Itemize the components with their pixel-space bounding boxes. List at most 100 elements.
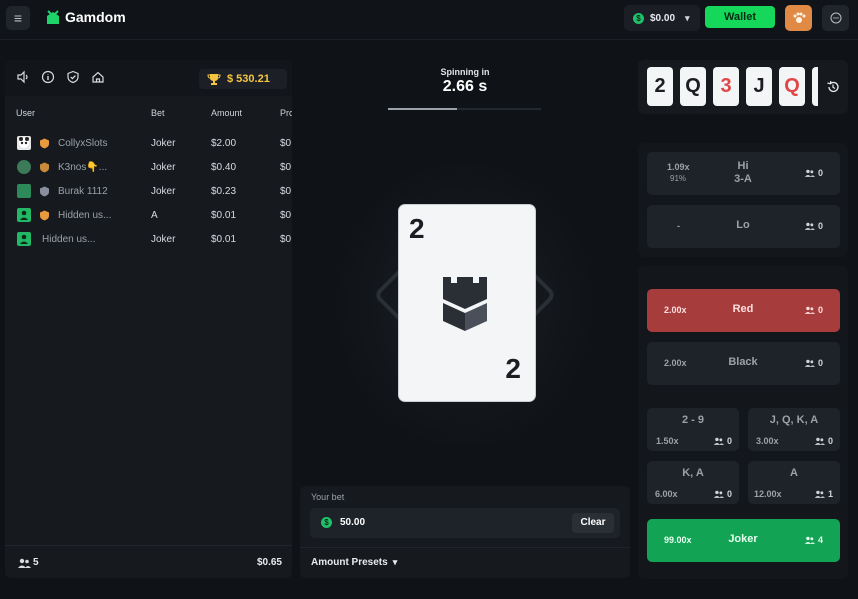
column-profit: Pro bbox=[280, 108, 292, 118]
player-bet: Joker bbox=[151, 162, 176, 173]
brand-logo[interactable]: Gamdom bbox=[45, 8, 126, 26]
option-probability: 91% bbox=[670, 174, 687, 183]
table-row[interactable]: Hidden us... A $0.01 $0. bbox=[5, 205, 292, 227]
home-icon[interactable] bbox=[91, 70, 105, 84]
history-icon[interactable] bbox=[826, 80, 840, 94]
option-label: Red bbox=[732, 303, 754, 315]
countdown-progress bbox=[388, 108, 541, 110]
players-icon bbox=[713, 437, 724, 445]
option-count: 0 bbox=[713, 436, 732, 446]
bet-option-red[interactable]: 2.00x Red 0 bbox=[647, 289, 840, 332]
clear-button[interactable]: Clear bbox=[572, 513, 614, 533]
panda-avatar-icon bbox=[19, 137, 29, 148]
user-avatar[interactable] bbox=[785, 5, 812, 31]
table-row[interactable]: Burak 1112 Joker $0.23 $0. bbox=[5, 181, 292, 203]
rank-badge-icon bbox=[40, 138, 49, 149]
fairness-shield-icon[interactable] bbox=[66, 70, 80, 84]
table-row[interactable]: Hidden us... Joker $0.01 $0. bbox=[5, 229, 292, 251]
jackpot-display[interactable]: $ 530.21 bbox=[199, 69, 287, 89]
bet-option-lo[interactable]: - Lo 0 bbox=[647, 205, 840, 248]
option-count: 0 bbox=[814, 436, 833, 446]
player-name: CollyxSlots bbox=[58, 138, 108, 149]
player-name: Burak 1112 bbox=[58, 186, 108, 197]
top-bar: ≡ Gamdom $ $0.00 ▾ Wallet bbox=[0, 0, 858, 40]
chat-icon bbox=[830, 12, 841, 24]
bet-option-joker[interactable]: 99.00x Joker 4 bbox=[647, 519, 840, 562]
column-user: User bbox=[16, 108, 36, 118]
hidden-user-avatar bbox=[17, 232, 31, 246]
round-countdown: 2.66 s bbox=[442, 78, 488, 95]
option-multiplier: 1.09x bbox=[667, 162, 690, 172]
user-icon bbox=[20, 234, 28, 244]
coin-icon: $ bbox=[633, 12, 644, 24]
player-profit: $0. bbox=[280, 210, 292, 221]
bet-option-jqka[interactable]: J, Q, K, A 3.00x 0 bbox=[748, 408, 840, 451]
history-card: 3 bbox=[713, 67, 739, 106]
player-bet: Joker bbox=[151, 186, 176, 197]
option-sublabel: 3-A bbox=[734, 173, 752, 185]
color-rank-panel: 2.00x Red 0 2.00x Black 0 2 - 9 1.50x 0 … bbox=[638, 266, 848, 579]
players-icon bbox=[804, 169, 815, 177]
bet-label: Your bet bbox=[311, 492, 345, 502]
option-count-value: 0 bbox=[727, 436, 733, 446]
player-name: Hidden us... bbox=[58, 210, 112, 221]
bet-amount-input[interactable]: $ 50.00 Clear bbox=[310, 508, 620, 538]
option-multiplier: 2.00x bbox=[664, 305, 687, 315]
amount-presets-toggle[interactable]: Amount Presets ▾ bbox=[311, 557, 397, 568]
option-multiplier: 6.00x bbox=[655, 489, 678, 499]
player-bet: Joker bbox=[151, 138, 176, 149]
avatar bbox=[17, 184, 31, 198]
player-amount: $0.01 bbox=[211, 210, 237, 221]
table-row[interactable]: K3nos👇... Joker $0.40 $0. bbox=[5, 157, 292, 179]
menu-icon[interactable]: ≡ bbox=[6, 6, 30, 30]
brand-name: Gamdom bbox=[65, 9, 126, 25]
option-count-value: 0 bbox=[727, 489, 733, 499]
card-rank-bottom: 2 bbox=[505, 353, 521, 384]
sound-icon[interactable] bbox=[16, 70, 30, 84]
player-bet: A bbox=[151, 210, 158, 221]
option-count-value: 0 bbox=[818, 168, 824, 178]
option-multiplier: 99.00x bbox=[664, 535, 692, 545]
bet-option-hi[interactable]: 1.09x 91% Hi 3-A 0 bbox=[647, 152, 840, 195]
bet-option-a[interactable]: A 12.00x 1 bbox=[748, 461, 840, 504]
player-amount: $2.00 bbox=[211, 138, 237, 149]
round-status-label: Spinning in bbox=[440, 67, 490, 77]
players-icon bbox=[804, 222, 815, 230]
option-label: J, Q, K, A bbox=[769, 414, 819, 426]
table-row[interactable]: CollyxSlots Joker $2.00 $0. bbox=[5, 133, 292, 155]
option-label: 2 - 9 bbox=[681, 414, 704, 426]
balance-selector[interactable]: $ $0.00 ▾ bbox=[624, 5, 700, 31]
option-count-value: 0 bbox=[818, 358, 824, 368]
option-multiplier: 2.00x bbox=[664, 358, 687, 368]
history-card-partial bbox=[812, 67, 818, 106]
history-card: 2 bbox=[647, 67, 673, 106]
option-multiplier: 1.50x bbox=[656, 436, 679, 446]
bet-amount-value[interactable]: 50.00 bbox=[340, 517, 365, 528]
bet-option-black[interactable]: 2.00x Black 0 bbox=[647, 342, 840, 385]
amount-presets-label: Amount Presets bbox=[311, 557, 388, 568]
option-label: Black bbox=[728, 356, 758, 368]
history-card: Q bbox=[680, 67, 706, 106]
rook-logo-icon bbox=[443, 277, 487, 331]
chat-button[interactable] bbox=[822, 5, 849, 31]
chevron-down-icon: ▾ bbox=[685, 12, 690, 23]
option-label: Hi bbox=[737, 160, 749, 172]
player-profit: $0. bbox=[280, 138, 292, 149]
avatar bbox=[17, 136, 31, 150]
player-bet: Joker bbox=[151, 234, 176, 245]
option-count: 4 bbox=[804, 535, 823, 545]
option-count: 0 bbox=[804, 358, 823, 368]
bet-option-ka[interactable]: K, A 6.00x 0 bbox=[647, 461, 739, 504]
option-label: A bbox=[790, 467, 798, 479]
option-count-value: 0 bbox=[818, 305, 824, 315]
bet-option-2-9[interactable]: 2 - 9 1.50x 0 bbox=[647, 408, 739, 451]
user-icon bbox=[20, 210, 28, 220]
info-icon[interactable] bbox=[41, 70, 55, 84]
player-name: Hidden us... bbox=[42, 234, 96, 245]
avatar bbox=[17, 160, 31, 174]
wallet-button[interactable]: Wallet bbox=[705, 6, 775, 28]
option-count-value: 4 bbox=[818, 535, 824, 545]
players-icon bbox=[804, 306, 815, 314]
player-amount: $0.40 bbox=[211, 162, 237, 173]
player-profit: $0. bbox=[280, 186, 292, 197]
